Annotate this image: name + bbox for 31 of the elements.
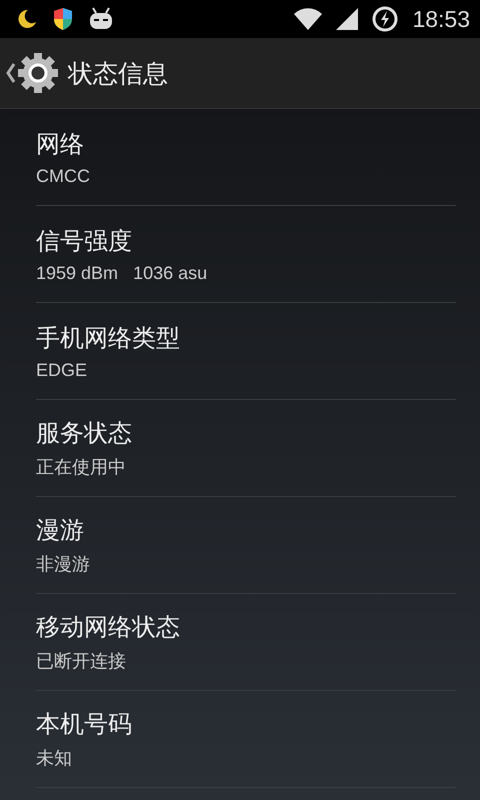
status-row[interactable]: 服务状态 正在使用中 bbox=[36, 400, 456, 497]
battery-charging-icon bbox=[372, 6, 398, 32]
row-title: 信号强度 bbox=[36, 226, 133, 256]
row-summary: 非漫游 bbox=[36, 553, 91, 576]
row-title: 手机网络类型 bbox=[36, 322, 181, 354]
row-summary: 正在使用中 bbox=[36, 456, 127, 479]
status-row[interactable]: 手机网络类型 EDGE bbox=[36, 303, 456, 400]
wifi-icon bbox=[294, 8, 322, 30]
clock-time: 18:53 bbox=[412, 6, 470, 32]
back-caret-icon[interactable] bbox=[6, 62, 16, 84]
row-summary: CMCC bbox=[36, 166, 91, 186]
robot-icon bbox=[88, 7, 114, 31]
moon-icon bbox=[16, 8, 38, 30]
row-title: 本机号码 bbox=[36, 709, 133, 740]
row-summary: EDGE bbox=[36, 360, 88, 380]
screen-title: 状态信息 bbox=[68, 58, 168, 90]
signal-icon bbox=[336, 8, 358, 30]
row-title: 网络 bbox=[36, 128, 85, 160]
settings-icon[interactable] bbox=[16, 51, 60, 95]
status-row[interactable]: 信号强度 1959 dBm 1036 asu bbox=[36, 206, 456, 303]
status-row[interactable]: 移动网络状态 已断开连接 bbox=[36, 594, 456, 691]
row-summary: 1959 dBm 1036 asu bbox=[36, 262, 208, 284]
status-row[interactable]: 网络 CMCC bbox=[36, 109, 456, 206]
status-row[interactable]: 本机号码 未知 bbox=[36, 691, 456, 788]
row-title: 漫游 bbox=[36, 515, 85, 546]
status-row[interactable]: 漫游 非漫游 bbox=[36, 497, 456, 594]
row-title: 移动网络状态 bbox=[36, 612, 181, 643]
row-title: 服务状态 bbox=[36, 418, 133, 449]
row-summary: 已断开连接 bbox=[36, 650, 127, 673]
row-summary: 未知 bbox=[36, 747, 73, 770]
shield-icon bbox=[52, 7, 74, 31]
